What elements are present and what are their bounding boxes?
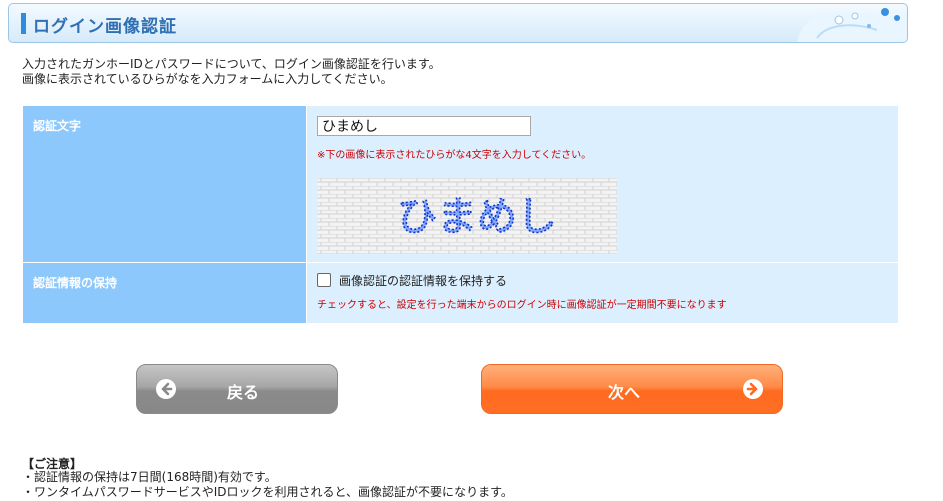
next-button[interactable]: 次へ	[481, 364, 783, 414]
caution-list: ・認証情報の保持は7日間(168時間)有効です。 ・ワンタイムパスワードサービス…	[22, 470, 513, 500]
intro-line-1: 入力されたガンホーIDとパスワードについて、ログイン画像認証を行います。	[22, 57, 441, 71]
intro-line-2: 画像に表示されているひらがなを入力フォームに入力してください。	[22, 72, 393, 86]
page-header: ログイン画像認証	[8, 3, 908, 43]
remember-label: 認証情報の保持	[33, 276, 118, 290]
captcha-label: 認証文字	[33, 119, 82, 133]
back-button[interactable]: 戻る	[136, 364, 338, 414]
page-title: ログイン画像認証	[33, 17, 177, 37]
remember-note: チェックすると、設定を行った端末からのログイン時に画像認証が一定期間不要になりま…	[317, 300, 727, 311]
header-decoration-icon	[797, 8, 907, 42]
arrow-left-circle-icon	[156, 379, 176, 399]
caution-item: ・ワンタイムパスワードサービスやIDロックを利用されると、画像認証が不要になりま…	[22, 485, 513, 499]
captcha-value-cell: ※下の画像に表示されたひらがな4文字を入力してください。 ひまめし	[307, 106, 898, 262]
intro-text: 入力されたガンホーIDとパスワードについて、ログイン画像認証を行います。 画像に…	[22, 57, 441, 87]
captcha-image: ひまめし	[317, 178, 617, 254]
remember-checkbox[interactable]	[317, 273, 331, 287]
captcha-note: ※下の画像に表示されたひらがな4文字を入力してください。	[317, 150, 592, 161]
back-button-label: 戻る	[227, 383, 260, 402]
captcha-input[interactable]	[317, 116, 531, 136]
caution-item: ・認証情報の保持は7日間(168時間)有効です。	[22, 470, 277, 484]
remember-label-cell: 認証情報の保持	[23, 263, 306, 323]
captcha-image-text: ひまめし	[397, 194, 557, 240]
auth-form-table: 認証文字 ※下の画像に表示されたひらがな4文字を入力してください。 ひまめし 認…	[23, 106, 898, 323]
next-button-label: 次へ	[608, 383, 641, 402]
header-accent-bar	[21, 13, 26, 34]
arrow-right-circle-icon	[743, 379, 763, 399]
remember-checkbox-label[interactable]: 画像認証の認証情報を保持する	[339, 272, 507, 289]
captcha-label-cell: 認証文字	[23, 106, 306, 262]
remember-value-cell: 画像認証の認証情報を保持する チェックすると、設定を行った端末からのログイン時に…	[307, 263, 898, 323]
